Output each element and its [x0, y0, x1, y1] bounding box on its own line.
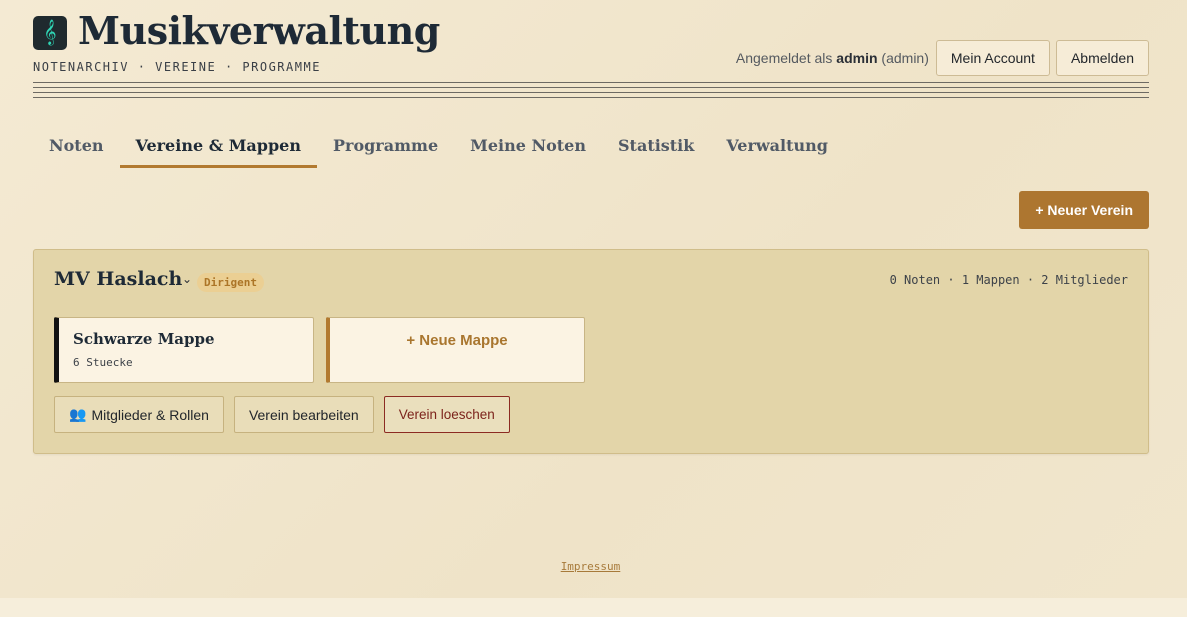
staff-line	[33, 92, 1149, 93]
app-title: Musikverwaltung	[78, 8, 440, 53]
login-label: Angemeldet als	[735, 50, 833, 66]
chevron-down-icon[interactable]: ⌄	[182, 272, 192, 286]
mappe-count: 6 Stuecke	[73, 356, 133, 369]
new-mappe-label: + Neue Mappe	[406, 332, 508, 349]
delete-verein-button[interactable]: Verein loeschen	[383, 396, 510, 433]
tab-statistik[interactable]: Statistik	[602, 126, 710, 168]
staff-line	[33, 97, 1149, 98]
staff-line	[33, 87, 1149, 88]
my-account-button[interactable]: Mein Account	[935, 40, 1050, 76]
people-icon: 👥	[69, 406, 87, 423]
login-status: Angemeldet als admin (admin)	[736, 50, 929, 66]
members-roles-button[interactable]: 👥 Mitglieder & Rollen	[54, 396, 224, 433]
role-badge: Dirigent	[197, 273, 264, 292]
tab-vereine-mappen[interactable]: Vereine & Mappen	[119, 126, 317, 168]
mappe-card[interactable]: Schwarze Mappe 6 Stuecke	[54, 317, 314, 383]
tab-programme[interactable]: Programme	[317, 126, 454, 168]
page-bottom-band	[0, 598, 1187, 617]
username: admin	[836, 50, 878, 66]
footer: Impressum	[0, 560, 1181, 573]
tab-noten[interactable]: Noten	[33, 126, 120, 168]
main-tabs: Noten Vereine & Mappen Programme Meine N…	[33, 126, 844, 170]
treble-clef-icon: 𝄞	[33, 16, 67, 50]
app-subtitle: NOTENARCHIV · VEREINE · PROGRAMME	[33, 60, 321, 74]
mappe-name: Schwarze Mappe	[73, 330, 215, 348]
user-role: (admin)	[881, 50, 929, 66]
members-roles-label: Mitglieder & Rollen	[91, 406, 209, 423]
logout-button[interactable]: Abmelden	[1055, 40, 1149, 76]
verein-stats: 0 Noten · 1 Mappen · 2 Mitglieder	[889, 273, 1128, 287]
staff-line	[33, 82, 1149, 83]
tab-verwaltung[interactable]: Verwaltung	[710, 126, 844, 168]
edit-verein-button[interactable]: Verein bearbeiten	[233, 396, 374, 433]
new-mappe-button[interactable]: + Neue Mappe	[326, 317, 585, 383]
app-header: 𝄞 Musikverwaltung NOTENARCHIV · VEREINE …	[33, 8, 1149, 84]
verein-name[interactable]: MV Haslach	[54, 268, 182, 290]
tab-meine-noten[interactable]: Meine Noten	[454, 126, 602, 168]
new-verein-button[interactable]: + Neuer Verein	[1019, 191, 1149, 229]
verein-card: MV Haslach ⌄ Dirigent 0 Noten · 1 Mappen…	[33, 249, 1149, 454]
impressum-link[interactable]: Impressum	[561, 560, 621, 573]
user-area: Angemeldet als admin (admin) Mein Accoun…	[736, 40, 1149, 76]
verein-actions: 👥 Mitglieder & Rollen Verein bearbeiten …	[54, 396, 510, 433]
